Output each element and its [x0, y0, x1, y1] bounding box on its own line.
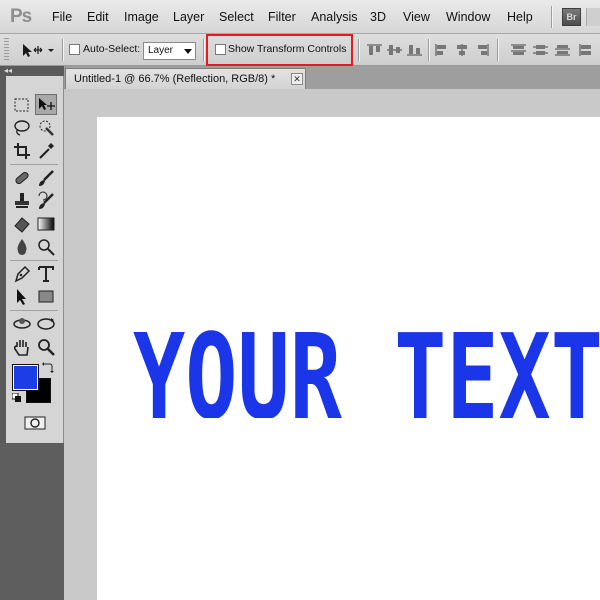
default-colors-icon[interactable]	[12, 393, 22, 403]
menu-select[interactable]: Select	[219, 10, 254, 24]
menu-edit[interactable]: Edit	[87, 10, 109, 24]
menu-image[interactable]: Image	[124, 10, 159, 24]
menu-filter[interactable]: Filter	[268, 10, 296, 24]
distribute-left-edges-icon[interactable]	[578, 43, 595, 57]
healing-brush-tool-icon[interactable]	[12, 168, 32, 188]
rect-marquee-tool-icon[interactable]	[12, 95, 32, 115]
quick-select-tool-icon[interactable]	[36, 118, 56, 138]
collapse-panel-icon[interactable]: ◂◂	[4, 66, 12, 76]
distribute-top-edges-icon[interactable]	[510, 43, 527, 57]
menu-divider	[551, 6, 552, 28]
menu-file[interactable]: File	[52, 10, 72, 24]
gradient-tool-icon[interactable]	[36, 214, 56, 234]
clone-stamp-tool-icon[interactable]	[12, 191, 32, 211]
tool-preset-picker[interactable]	[20, 41, 58, 59]
toolbox-divider	[10, 260, 58, 261]
toolbox-divider	[10, 164, 58, 165]
history-brush-tool-icon[interactable]	[36, 191, 56, 211]
options-divider	[428, 39, 429, 61]
menu-layer[interactable]: Layer	[173, 10, 204, 24]
photoshop-logo: Ps	[10, 6, 32, 27]
rectangle-shape-tool-icon[interactable]	[36, 287, 56, 307]
3d-rotate-tool-icon[interactable]	[12, 314, 32, 334]
align-left-edges-icon[interactable]	[434, 43, 451, 57]
dropdown-arrow-icon	[184, 49, 192, 54]
path-selection-tool-icon[interactable]	[12, 287, 32, 307]
menu-window[interactable]: Window	[446, 10, 490, 24]
artwork-reflection: YOUR TEXT	[133, 390, 600, 528]
move-tool-icon	[23, 44, 54, 57]
toolbox-footer	[0, 443, 64, 600]
bridge-button[interactable]: Br	[562, 8, 581, 26]
zoom-tool-icon[interactable]	[36, 337, 56, 357]
options-bar-grip[interactable]	[4, 38, 9, 62]
options-divider	[203, 39, 204, 61]
distribute-vertical-centers-icon[interactable]	[532, 43, 549, 57]
svg-text:YOUR TEXT: YOUR TEXT	[133, 308, 600, 446]
svg-text:YOUR TEXT: YOUR TEXT	[133, 390, 600, 528]
align-bottom-edges-icon[interactable]	[406, 43, 423, 57]
pen-tool-icon[interactable]	[12, 264, 32, 284]
eraser-tool-icon[interactable]	[12, 214, 32, 234]
quick-mask-icon[interactable]	[24, 416, 46, 430]
foreground-color-swatch[interactable]	[12, 364, 39, 391]
artwork-text: YOUR TEXT	[133, 308, 600, 446]
menu-view[interactable]: View	[403, 10, 430, 24]
align-top-edges-icon[interactable]	[366, 43, 383, 57]
align-vertical-centers-icon[interactable]	[386, 43, 403, 57]
text-artwork[interactable]: YOUR TEXT YOUR TEXT	[97, 117, 600, 600]
document-tab[interactable]: Untitled-1 @ 66.7% (Reflection, RGB/8) *…	[65, 68, 306, 89]
menu-analysis[interactable]: Analysis	[311, 10, 358, 24]
blur-tool-icon[interactable]	[12, 237, 32, 257]
move-icon	[39, 98, 55, 110]
close-icon[interactable]: ✕	[291, 73, 303, 85]
menu-help[interactable]: Help	[507, 10, 533, 24]
lasso-tool-icon[interactable]	[12, 118, 32, 138]
workspace-overflow[interactable]	[586, 8, 600, 26]
align-horizontal-centers-icon[interactable]	[454, 43, 471, 57]
distribute-bottom-edges-icon[interactable]	[554, 43, 571, 57]
align-right-edges-icon[interactable]	[474, 43, 491, 57]
toolbox-divider	[10, 310, 58, 311]
auto-select-checkbox[interactable]	[69, 44, 80, 55]
menu-bar: Ps File Edit Image Layer Select Filter A…	[0, 0, 600, 34]
auto-select-target-dropdown[interactable]: Layer	[143, 42, 196, 60]
auto-select-label: Auto-Select:	[83, 43, 141, 55]
auto-select-target-value: Layer	[148, 45, 174, 56]
options-divider	[358, 39, 359, 61]
hand-tool-icon[interactable]	[12, 337, 32, 357]
dodge-tool-icon[interactable]	[36, 237, 56, 257]
type-tool-icon[interactable]	[36, 264, 56, 284]
document-tab-title: Untitled-1 @ 66.7% (Reflection, RGB/8) *	[74, 73, 276, 85]
3d-orbit-tool-icon[interactable]	[36, 314, 56, 334]
options-divider	[497, 39, 498, 61]
highlight-box	[206, 34, 353, 66]
swap-colors-icon[interactable]	[42, 361, 54, 373]
eyedropper-tool-icon[interactable]	[36, 141, 56, 161]
brush-tool-icon[interactable]	[36, 168, 56, 188]
menu-3d[interactable]: 3D	[370, 10, 386, 24]
crop-tool-icon[interactable]	[12, 141, 32, 161]
move-tool-button[interactable]	[35, 94, 57, 115]
options-divider	[62, 39, 63, 61]
